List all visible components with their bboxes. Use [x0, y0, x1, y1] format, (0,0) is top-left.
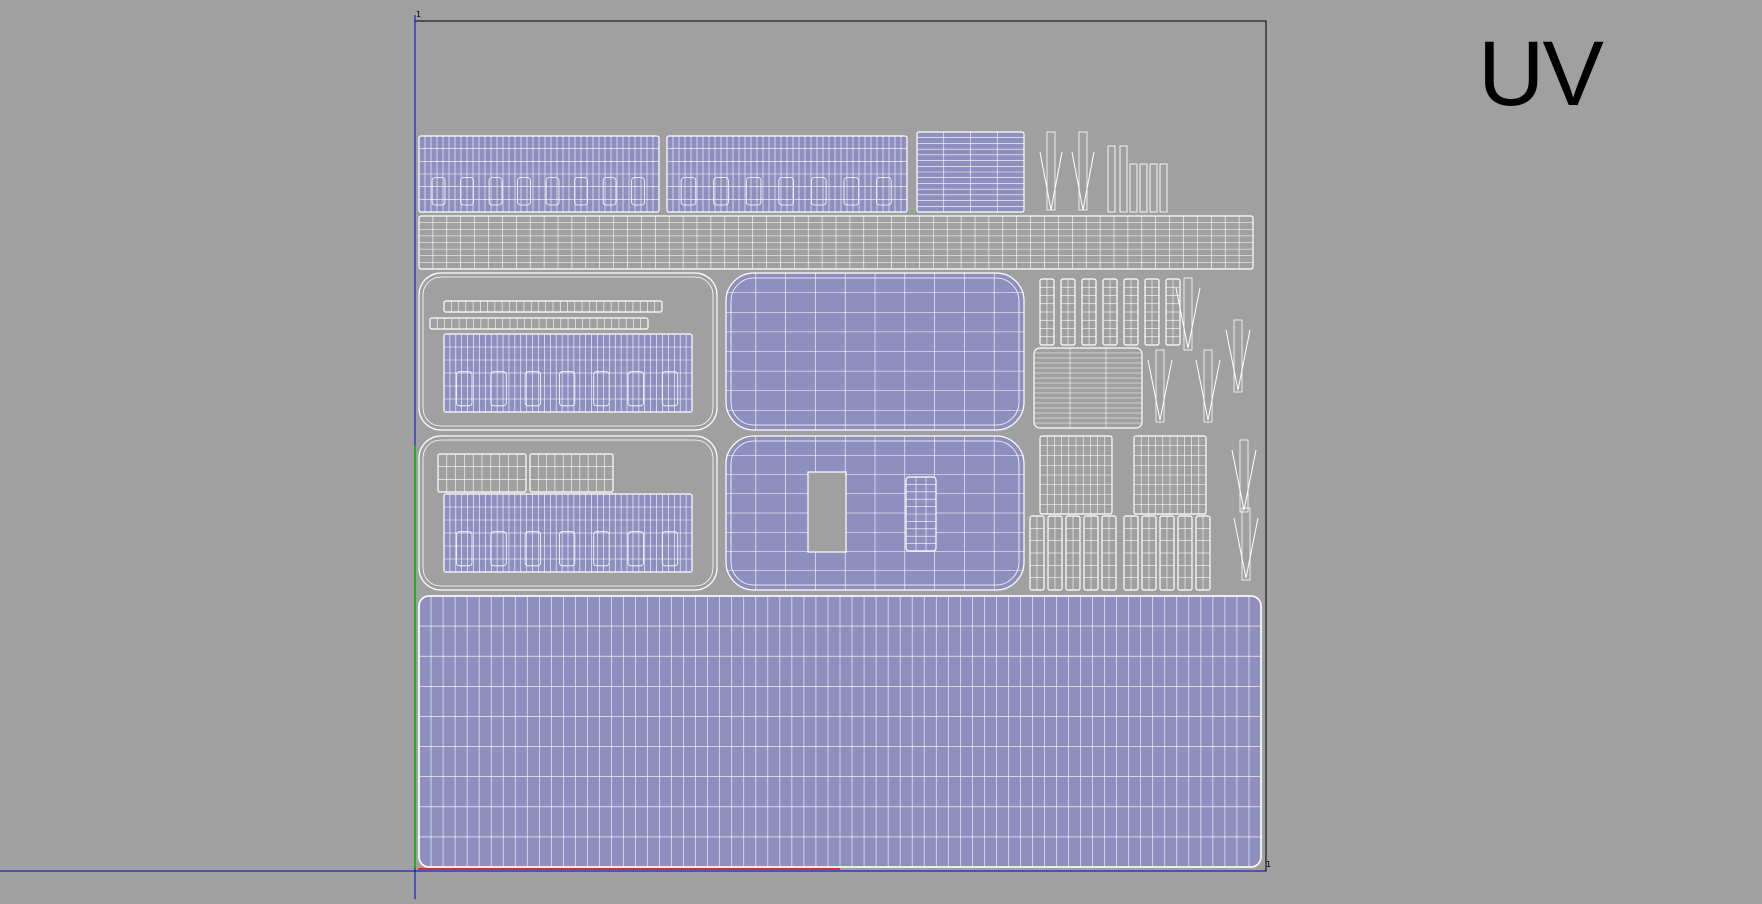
uv-island — [1195, 359, 1221, 421]
uv-island — [1239, 439, 1249, 513]
uv-island — [1147, 359, 1173, 421]
uv-island — [1225, 329, 1251, 391]
uv-island — [1078, 131, 1088, 211]
uv-editor-viewport[interactable]: 1 1 UV — [0, 0, 1762, 899]
uv-island — [1231, 449, 1257, 511]
uv-island — [1139, 163, 1148, 213]
uv-island — [1233, 319, 1243, 393]
uv-canvas[interactable] — [0, 0, 1762, 899]
uv-island — [1107, 145, 1116, 213]
uv-island — [1129, 163, 1138, 213]
uv-island — [1071, 151, 1095, 211]
corner-label-top: 1 — [416, 10, 422, 19]
uv-islands[interactable] — [418, 131, 1262, 868]
uv-island — [1233, 517, 1259, 579]
uv-island — [1119, 145, 1128, 213]
uv-island — [1203, 349, 1213, 423]
view-title: UV — [1478, 23, 1604, 125]
uv-island — [1039, 151, 1063, 211]
uv-island — [1241, 507, 1251, 581]
uv-island — [1183, 277, 1193, 351]
uv-island — [1155, 349, 1165, 423]
uv-island — [1149, 163, 1158, 213]
uv-island-hole — [807, 471, 847, 553]
uv-island — [1159, 163, 1168, 213]
corner-label-bottom: 1 — [1266, 860, 1272, 869]
uv-island — [1046, 131, 1056, 211]
